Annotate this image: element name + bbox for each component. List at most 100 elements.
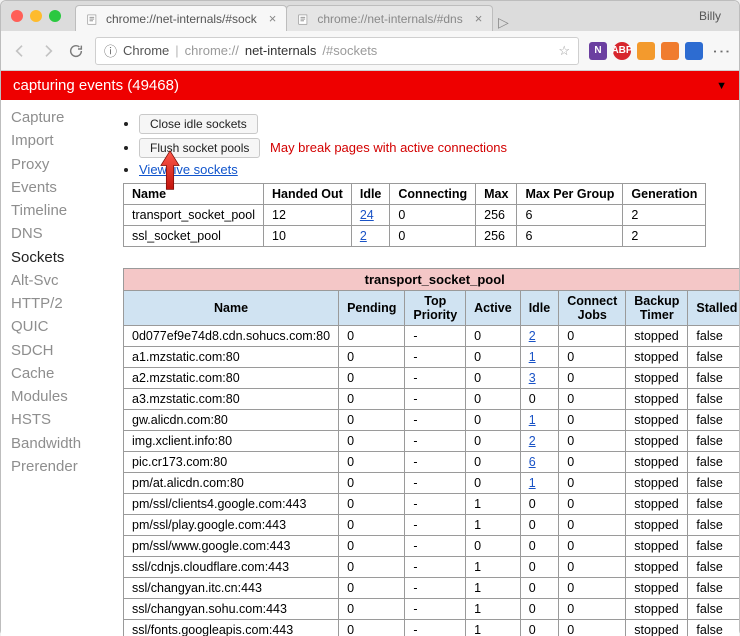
extension-onenote-icon[interactable]: N — [589, 42, 607, 60]
idle-count-link[interactable]: 2 — [529, 329, 536, 343]
table-row: a3.mzstatic.com:800-000stoppedfalse — [124, 389, 740, 410]
page-favicon-icon — [86, 12, 100, 26]
table-cell: 1 — [466, 515, 521, 536]
table-cell: 0 — [466, 431, 521, 452]
table-cell: 2 — [351, 226, 390, 247]
table-cell: pic.cr173.com:80 — [124, 452, 339, 473]
address-bar[interactable]: ⓘ Chrome | chrome://net-internals/#socke… — [95, 37, 579, 65]
maximize-window-icon[interactable] — [49, 10, 61, 22]
table-cell: 0 — [520, 578, 559, 599]
table-row: pm/ssl/www.google.com:4430-000stoppedfal… — [124, 536, 740, 557]
extension-icon[interactable] — [661, 42, 679, 60]
idle-count-link[interactable]: 1 — [529, 350, 536, 364]
sidebar-item-sdch[interactable]: SDCH — [11, 339, 108, 362]
banner-dropdown-icon[interactable]: ▼ — [716, 80, 727, 92]
sidebar-item-prerender[interactable]: Prerender — [11, 455, 108, 478]
profile-name[interactable]: Billy — [699, 9, 729, 23]
extension-icon[interactable] — [637, 42, 655, 60]
close-tab-icon[interactable]: × — [475, 11, 483, 26]
sidebar-item-capture[interactable]: Capture — [11, 106, 108, 129]
forward-button[interactable] — [39, 42, 57, 60]
back-button[interactable] — [11, 42, 29, 60]
table-cell: 0 — [520, 620, 559, 636]
sidebar-item-import[interactable]: Import — [11, 129, 108, 152]
table-cell: pm/ssl/www.google.com:443 — [124, 536, 339, 557]
table-cell: - — [405, 599, 466, 620]
new-tab-button[interactable]: ▷ — [492, 14, 514, 31]
close-tab-icon[interactable]: × — [269, 11, 277, 26]
capture-banner[interactable]: capturing events (49468) ▼ — [1, 71, 739, 100]
table-cell: 6 — [517, 226, 623, 247]
sidebar-item-hsts[interactable]: HSTS — [11, 408, 108, 431]
idle-count-link[interactable]: 2 — [529, 434, 536, 448]
main-pane: Close idle sockets Flush socket pools Ma… — [109, 100, 739, 636]
table-cell: 0 — [339, 599, 405, 620]
table-cell: 0 — [339, 368, 405, 389]
table-cell: false — [688, 452, 739, 473]
browser-tab-1[interactable]: chrome://net-internals/#dns × — [286, 5, 493, 31]
table-cell: 0 — [559, 389, 626, 410]
content-area: CaptureImportProxyEventsTimelineDNSSocke… — [1, 100, 739, 636]
view-live-sockets-link[interactable]: View live sockets — [139, 162, 238, 177]
url-host: net-internals — [245, 43, 317, 58]
flush-socket-pools-button[interactable]: Flush socket pools — [139, 138, 260, 158]
table-cell: 0 — [559, 452, 626, 473]
minimize-window-icon[interactable] — [30, 10, 42, 22]
idle-count-link[interactable]: 1 — [529, 476, 536, 490]
table-row: pm/at.alicdn.com:800-010stoppedfalse — [124, 473, 740, 494]
table-cell: 0 — [559, 578, 626, 599]
sidebar-item-events[interactable]: Events — [11, 176, 108, 199]
reload-button[interactable] — [67, 42, 85, 60]
sidebar-item-cache[interactable]: Cache — [11, 362, 108, 385]
table-cell: 0 — [339, 557, 405, 578]
table-cell: - — [405, 557, 466, 578]
sidebar-item-dns[interactable]: DNS — [11, 222, 108, 245]
idle-count-link[interactable]: 24 — [360, 208, 374, 222]
browser-tab-0[interactable]: chrome://net-internals/#sock × — [75, 5, 287, 31]
table-cell: 0 — [339, 515, 405, 536]
idle-count-link[interactable]: 2 — [360, 229, 367, 243]
column-header: Max Per Group — [517, 184, 623, 205]
column-header: Active — [466, 291, 521, 326]
table-cell: 1 — [466, 557, 521, 578]
window-titlebar: chrome://net-internals/#sock × chrome://… — [1, 1, 739, 31]
table-cell: - — [405, 536, 466, 557]
idle-count-link[interactable]: 1 — [529, 413, 536, 427]
sidebar-item-bandwidth[interactable]: Bandwidth — [11, 432, 108, 455]
list-item: Flush socket pools May break pages with … — [139, 138, 725, 158]
table-cell: 0d077ef9e74d8.cdn.sohucs.com:80 — [124, 326, 339, 347]
browser-menu-button[interactable]: ⋮ — [711, 43, 732, 59]
sidebar-item-proxy[interactable]: Proxy — [11, 153, 108, 176]
sidebar-item-timeline[interactable]: Timeline — [11, 199, 108, 222]
table-cell: stopped — [626, 536, 688, 557]
close-window-icon[interactable] — [11, 10, 23, 22]
table-cell: 0 — [466, 368, 521, 389]
table-cell: 2 — [520, 431, 559, 452]
site-info-icon[interactable]: ⓘ — [104, 41, 117, 60]
sidebar-item-modules[interactable]: Modules — [11, 385, 108, 408]
table-row: gw.alicdn.com:800-010stoppedfalse — [124, 410, 740, 431]
extension-adblock-icon[interactable]: ABP — [613, 42, 631, 60]
table-cell: 6 — [520, 452, 559, 473]
socket-pools-summary-table: NameHanded OutIdleConnectingMaxMax Per G… — [123, 183, 706, 247]
table-cell: 0 — [339, 452, 405, 473]
table-cell: ssl/changyan.sohu.com:443 — [124, 599, 339, 620]
sidebar-item-sockets[interactable]: Sockets — [11, 246, 108, 269]
table-cell: 1 — [520, 473, 559, 494]
sidebar-item-alt-svc[interactable]: Alt-Svc — [11, 269, 108, 292]
sidebar-item-http-2[interactable]: HTTP/2 — [11, 292, 108, 315]
close-idle-sockets-button[interactable]: Close idle sockets — [139, 114, 258, 134]
table-cell: 1 — [466, 578, 521, 599]
bookmark-star-icon[interactable]: ☆ — [558, 43, 570, 59]
idle-count-link[interactable]: 6 — [529, 455, 536, 469]
extension-icon[interactable] — [685, 42, 703, 60]
table-cell: - — [405, 410, 466, 431]
table-cell: - — [405, 494, 466, 515]
idle-count-link[interactable]: 3 — [529, 371, 536, 385]
sidebar-item-quic[interactable]: QUIC — [11, 315, 108, 338]
table-cell: false — [688, 557, 739, 578]
table-cell: stopped — [626, 452, 688, 473]
table-row: ssl_socket_pool102025662 — [124, 226, 706, 247]
table-cell: stopped — [626, 515, 688, 536]
column-header: Max — [476, 184, 517, 205]
